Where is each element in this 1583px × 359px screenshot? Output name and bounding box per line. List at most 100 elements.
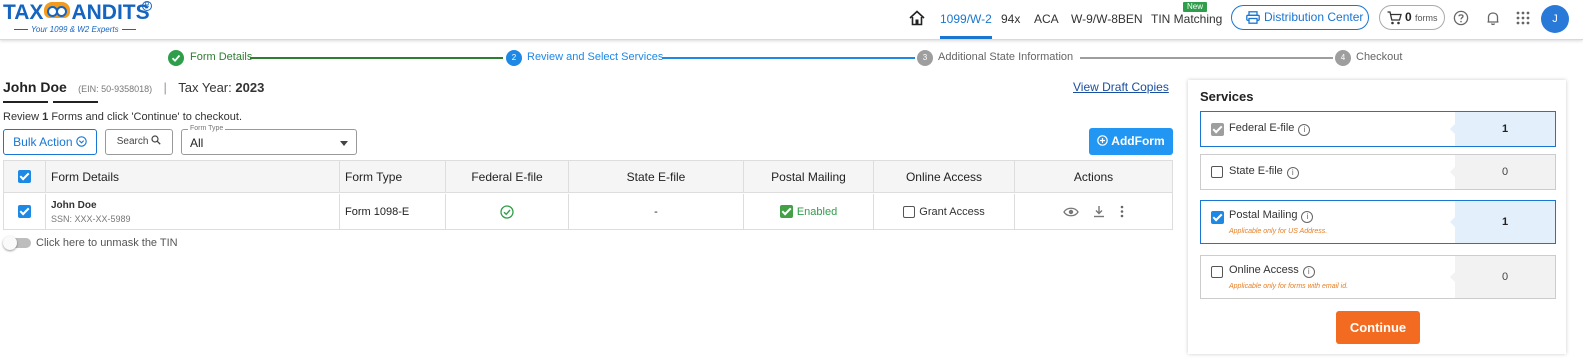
state-efile-checkbox[interactable] <box>1211 166 1223 178</box>
more-options-icon[interactable] <box>1119 205 1125 218</box>
owl-logo-icon <box>44 2 71 18</box>
review-instructions: Review 1 Forms and click 'Continue' to c… <box>3 111 243 123</box>
form-type-value: All <box>190 136 204 150</box>
grant-access-label: Grant Access <box>919 205 985 218</box>
services-title: Services <box>1200 89 1254 104</box>
logo-wordmark: TAX ANDITS <box>3 1 150 24</box>
help-icon[interactable] <box>1453 10 1469 26</box>
table-header: Form Details Form Type Federal E-file St… <box>4 161 1172 193</box>
nav-w9-w8ben[interactable]: W-9/W-8BEN <box>1071 0 1143 39</box>
step-2-number: 2 <box>506 50 522 66</box>
services-panel: Services Federal E-file i 1 State E-file i… <box>1188 80 1566 354</box>
header-form-details: Form Details <box>46 161 340 192</box>
taxbandits-logo[interactable]: TAX ANDITS R Your 1099 & W2 Experts <box>3 1 153 37</box>
cart-button[interactable]: 0 forms <box>1379 5 1445 30</box>
online-access-cell[interactable]: Grant Access <box>874 194 1015 229</box>
recipient-ssn: SSN: XXX-XX-5989 <box>51 213 131 224</box>
payer-ein: (EIN: 50-9358018) <box>78 84 153 94</box>
online-access-checkbox[interactable] <box>1211 266 1223 278</box>
postal-mailing-service-checkbox[interactable] <box>1211 211 1224 224</box>
federal-efile-label: Federal E-file i <box>1229 122 1311 136</box>
select-all-checkbox[interactable] <box>18 170 31 183</box>
chevron-down-circle-icon <box>76 136 87 147</box>
postal-mailing-status: Enabled <box>796 205 838 218</box>
postal-mailing-cell[interactable]: Enabled <box>744 194 874 229</box>
header-online-access: Online Access <box>874 161 1015 192</box>
payer-name-underline <box>53 101 98 103</box>
step-3-number: 3 <box>917 50 933 66</box>
service-state-efile[interactable]: State E-file i 0 <box>1200 154 1556 190</box>
stepper-line-current <box>662 57 915 59</box>
postal-mailing-label: Postal Mailing i <box>1229 209 1314 223</box>
add-form-button[interactable]: AddForm <box>1089 128 1173 155</box>
bulk-action-button[interactable]: Bulk Action <box>3 129 97 155</box>
actions-cell <box>1015 194 1172 229</box>
step-4-number: 4 <box>1335 50 1351 66</box>
grant-access-checkbox[interactable] <box>903 205 916 218</box>
step-3-label: Additional State Information <box>938 51 1074 63</box>
federal-efile-count: 1 <box>1450 112 1555 146</box>
postal-mailing-count: 1 <box>1450 201 1555 243</box>
row-checkbox-cell[interactable] <box>4 194 46 229</box>
info-icon[interactable]: i <box>1286 167 1299 179</box>
plus-circle-icon <box>1097 135 1109 146</box>
nav-aca[interactable]: ACA <box>1034 0 1059 39</box>
user-avatar[interactable]: J <box>1541 5 1569 33</box>
tax-year: Tax Year: 2023 <box>178 80 265 95</box>
postal-mailing-checkbox[interactable] <box>779 205 793 218</box>
row-checkbox[interactable] <box>18 205 31 218</box>
payer-name-underline <box>3 101 48 103</box>
online-access-note: Applicable only for forms with email id. <box>1229 283 1349 290</box>
form-type-select[interactable]: Form Type All <box>181 125 357 155</box>
state-efile-count: 0 <box>1450 155 1555 189</box>
home-icon[interactable] <box>909 10 925 26</box>
view-draft-copies-link[interactable]: View Draft Copies <box>1073 80 1169 94</box>
info-icon[interactable]: i <box>1301 211 1314 223</box>
distribution-center-button[interactable]: Distribution Center <box>1231 5 1369 30</box>
payer-info: John Doe (EIN: 50-9358018) | Tax Year: 2… <box>3 79 264 99</box>
service-online-access[interactable]: Online Access i Applicable only for forms… <box>1200 255 1556 299</box>
service-federal-efile[interactable]: Federal E-file i 1 <box>1200 111 1556 147</box>
step-4-label: Checkout <box>1356 51 1403 63</box>
step-2-label: Review and Select Services <box>527 51 664 63</box>
header-form-type: Form Type <box>340 161 446 192</box>
form-details-cell: John Doe SSN: XXX-XX-5989 <box>46 194 340 229</box>
recipient-name: John Doe <box>51 199 97 211</box>
download-icon[interactable] <box>1093 205 1105 218</box>
new-badge: New <box>1183 2 1208 12</box>
online-access-count: 0 <box>1450 256 1555 298</box>
check-circle-icon <box>500 204 514 219</box>
continue-button[interactable]: Continue <box>1336 311 1420 344</box>
unmask-tin-toggle[interactable] <box>3 236 31 250</box>
info-icon[interactable]: i <box>1298 124 1311 136</box>
online-access-label: Online Access i <box>1229 264 1315 278</box>
stepper-line-pending <box>1080 57 1333 59</box>
unmask-tin-label: Click here to unmask the TIN <box>36 237 178 249</box>
select-all-checkbox-cell[interactable] <box>4 161 46 192</box>
checkout-stepper: Form Details 2 Review and Select Service… <box>0 48 1583 68</box>
cart-unit: forms <box>1415 13 1438 23</box>
notification-bell-icon[interactable] <box>1485 10 1501 26</box>
state-efile-cell: - <box>569 194 744 229</box>
form-type-cell: Form 1098-E <box>340 194 446 229</box>
header-federal-efile: Federal E-file <box>446 161 569 192</box>
apps-grid-icon[interactable] <box>1515 10 1531 26</box>
cart-icon <box>1387 11 1402 25</box>
federal-efile-checkbox <box>1211 123 1224 136</box>
stepper-line-done <box>250 57 503 59</box>
cart-count: 0 <box>1405 10 1412 24</box>
nav-94x[interactable]: 94x <box>1001 0 1020 39</box>
view-eye-icon[interactable] <box>1062 206 1079 218</box>
caret-down-icon <box>340 141 348 146</box>
service-postal-mailing[interactable]: Postal Mailing i Applicable only for US A… <box>1200 200 1556 244</box>
logo-tagline: Your 1099 & W2 Experts <box>11 25 139 34</box>
forms-table: Form Details Form Type Federal E-file St… <box>3 160 1173 230</box>
nav-1099-w2[interactable]: 1099/W-2 <box>940 0 992 39</box>
header-actions: Actions <box>1073 169 1114 184</box>
header-state-efile: State E-file <box>569 161 744 192</box>
info-icon[interactable]: i <box>1302 266 1315 278</box>
printer-icon <box>1246 11 1260 24</box>
search-icon <box>151 135 161 145</box>
step-1-check-icon <box>168 50 184 66</box>
search-button[interactable]: Search <box>105 129 173 155</box>
